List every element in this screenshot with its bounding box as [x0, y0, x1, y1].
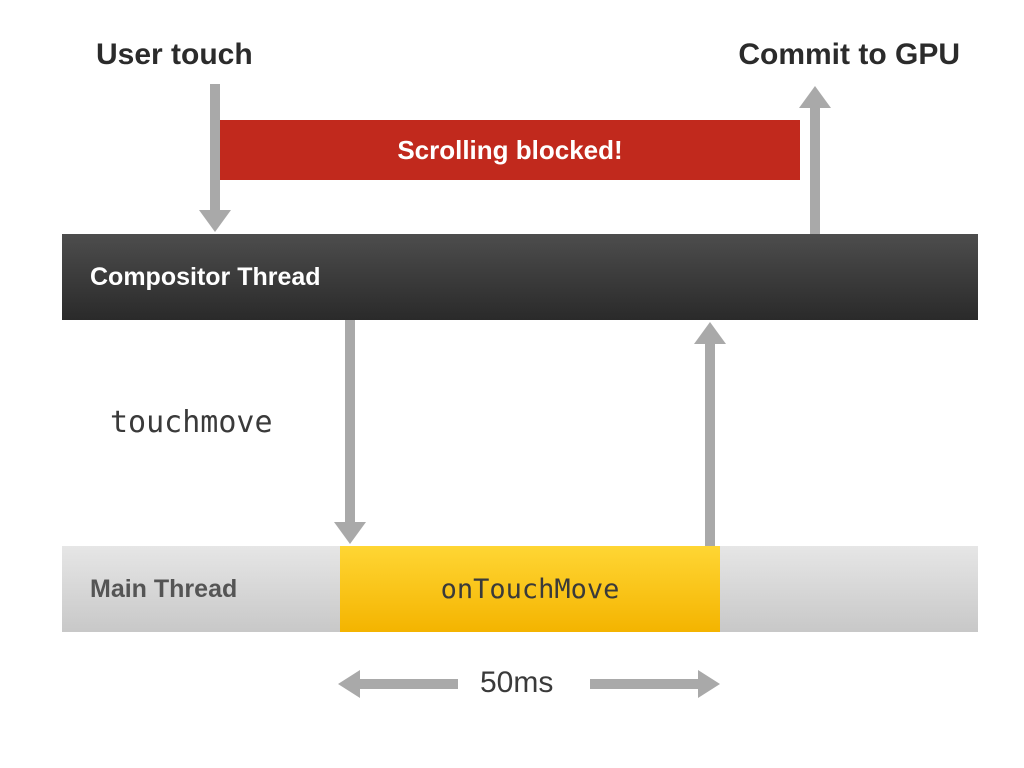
- label-duration: 50ms: [480, 666, 553, 700]
- arrowhead-return-up-icon: [694, 322, 726, 344]
- arrow-return-up: [705, 342, 715, 546]
- arrowhead-duration-left-icon: [338, 670, 360, 698]
- segment-on-touch-move: onTouchMove: [340, 546, 720, 632]
- arrowhead-duration-right-icon: [698, 670, 720, 698]
- arrow-user-touch-down: [210, 84, 220, 212]
- bar-compositor-thread: Compositor Thread: [62, 234, 978, 320]
- label-compositor-thread: Compositor Thread: [90, 263, 321, 292]
- arrowhead-user-touch-down-icon: [199, 210, 231, 232]
- arrow-duration-right: [590, 679, 700, 689]
- banner-scrolling-blocked: Scrolling blocked!: [220, 120, 800, 180]
- arrow-duration-left: [358, 679, 458, 689]
- arrowhead-touchmove-down-icon: [334, 522, 366, 544]
- label-commit-to-gpu: Commit to GPU: [738, 38, 960, 72]
- label-main-thread: Main Thread: [90, 575, 237, 604]
- label-user-touch: User touch: [96, 38, 253, 72]
- arrowhead-commit-to-gpu-up-icon: [799, 86, 831, 108]
- arrow-commit-to-gpu-up: [810, 106, 820, 234]
- label-touchmove: touchmove: [110, 405, 273, 440]
- bar-main-thread: Main Thread onTouchMove: [62, 546, 978, 632]
- arrow-touchmove-down: [345, 320, 355, 524]
